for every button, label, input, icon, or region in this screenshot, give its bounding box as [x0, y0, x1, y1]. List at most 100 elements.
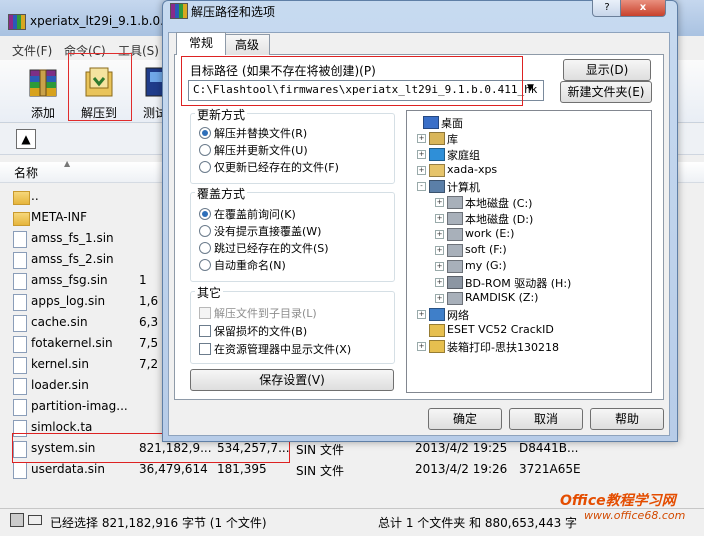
- tree-node[interactable]: + soft (F:): [407, 242, 647, 258]
- up-arrow-icon: ▲: [21, 132, 31, 146]
- tree-node[interactable]: + 装箱打印-思扶130218: [407, 338, 647, 354]
- expand-icon[interactable]: +: [417, 134, 426, 143]
- ok-button[interactable]: 确定: [428, 408, 502, 430]
- tree-node[interactable]: + xada-xps: [407, 162, 647, 178]
- update-mode-group: 更新方式 解压并替换文件(R) 解压并更新文件(U) 仅更新已经存在的文件(F): [190, 106, 395, 184]
- tree-node-label: 本地磁盘 (C:): [465, 197, 533, 210]
- tree-node[interactable]: + 本地磁盘 (C:): [407, 194, 647, 210]
- checkbox[interactable]: [199, 325, 211, 337]
- radio-button[interactable]: [199, 259, 211, 271]
- tree-node-label: work (E:): [465, 227, 515, 240]
- chevron-down-icon[interactable]: ▼: [527, 83, 534, 93]
- tree-node[interactable]: 桌面: [407, 114, 647, 130]
- option-label: 仅更新已经存在的文件(F): [214, 161, 339, 174]
- column-header-name[interactable]: 名称: [14, 164, 38, 181]
- tree-node-label: 计算机: [447, 181, 480, 194]
- expand-icon[interactable]: +: [435, 198, 444, 207]
- expand-icon[interactable]: +: [435, 230, 444, 239]
- option-label: 解压文件到子目录(L): [214, 307, 317, 320]
- overwrite-mode-title: 覆盖方式: [195, 185, 248, 202]
- expand-icon[interactable]: +: [435, 278, 444, 287]
- tree-node[interactable]: + 家庭组: [407, 146, 647, 162]
- drive-icon: [447, 228, 463, 241]
- drive-icon: [447, 196, 463, 209]
- tab-advanced[interactable]: 高级: [224, 34, 270, 55]
- titlebar-close-button[interactable]: x: [620, 0, 666, 17]
- file-name: partition-imag...: [31, 399, 128, 413]
- file-size: 7,2: [139, 357, 159, 371]
- expand-icon[interactable]: +: [435, 246, 444, 255]
- option-label: 解压并更新文件(U): [214, 144, 308, 157]
- expand-icon[interactable]: +: [435, 214, 444, 223]
- lock-icon: [10, 513, 24, 527]
- radio-button[interactable]: [199, 242, 211, 254]
- option-label: 在覆盖前询问(K): [214, 208, 296, 221]
- tree-node-label: soft (F:): [465, 243, 507, 256]
- expand-icon[interactable]: +: [417, 166, 426, 175]
- add-button[interactable]: 添加: [16, 62, 70, 120]
- help-button[interactable]: 帮助: [590, 408, 664, 430]
- folder-icon: [13, 212, 30, 226]
- tree-node[interactable]: + RAMDISK (Z:): [407, 290, 647, 306]
- option-label: 解压并替换文件(R): [214, 127, 308, 140]
- save-settings-button[interactable]: 保存设置(V): [190, 369, 394, 391]
- drive-icon: [447, 292, 463, 305]
- status-total: 总计 1 个文件夹 和 880,653,443 字: [378, 516, 578, 530]
- expand-icon[interactable]: +: [417, 310, 426, 319]
- winrar-app-icon: [8, 14, 26, 30]
- add-button-label: 添加: [30, 106, 55, 120]
- tree-node[interactable]: ESET VC52 CrackID: [407, 322, 647, 338]
- titlebar-help-button[interactable]: ?: [592, 0, 622, 17]
- option-label: 在资源管理器中显示文件(X): [214, 343, 352, 356]
- tree-node[interactable]: + my (G:): [407, 258, 647, 274]
- file-name: amss_fsg.sin: [31, 273, 108, 287]
- expand-icon[interactable]: +: [417, 150, 426, 159]
- misc-options-group: 其它 解压文件到子目录(L) 保留损坏的文件(B) 在资源管理器中显示文件(X): [190, 284, 395, 364]
- expand-icon[interactable]: +: [417, 342, 426, 351]
- tree-node[interactable]: + 库: [407, 130, 647, 146]
- tree-node-label: ESET VC52 CrackID: [447, 323, 554, 336]
- tree-node-label: BD-ROM 驱动器 (H:): [465, 277, 572, 290]
- tree-node[interactable]: + 网络: [407, 306, 647, 322]
- file-icon: [13, 357, 27, 374]
- tree-node-label: 网络: [447, 309, 469, 322]
- file-crc: D8441B...: [519, 441, 579, 455]
- radio-button[interactable]: [199, 208, 211, 220]
- status-selection: 已经选择 821,182,916 字节 (1 个文件): [50, 516, 267, 530]
- expand-icon[interactable]: +: [435, 294, 444, 303]
- radio-button[interactable]: [199, 161, 211, 173]
- show-button[interactable]: 显示(D): [563, 59, 651, 81]
- checkbox[interactable]: [199, 307, 211, 319]
- radio-button[interactable]: [199, 225, 211, 237]
- extract-to-highlight-box: [68, 53, 132, 121]
- file-name: simlock.ta: [31, 420, 93, 434]
- new-folder-button[interactable]: 新建文件夹(E): [560, 81, 652, 103]
- up-folder-button[interactable]: ▲: [16, 129, 36, 149]
- file-icon: [13, 462, 27, 479]
- file-icon: [13, 273, 27, 290]
- tree-node[interactable]: + 本地磁盘 (D:): [407, 210, 647, 226]
- overwrite-mode-group: 覆盖方式 在覆盖前询问(K) 没有提示直接覆盖(W) 跳过已经存在的文件(S) …: [190, 185, 395, 282]
- option-label: 跳过已经存在的文件(S): [214, 242, 329, 255]
- expand-icon[interactable]: +: [435, 262, 444, 271]
- file-size: 6,3: [139, 315, 159, 329]
- tree-node[interactable]: + work (E:): [407, 226, 647, 242]
- cancel-button[interactable]: 取消: [509, 408, 583, 430]
- key-icon: [28, 515, 42, 525]
- tree-node[interactable]: + BD-ROM 驱动器 (H:): [407, 274, 647, 290]
- radio-button[interactable]: [199, 144, 211, 156]
- collapse-icon[interactable]: -: [417, 182, 426, 191]
- tab-general[interactable]: 常规: [176, 32, 226, 55]
- file-size: 36,479,614: [139, 462, 208, 476]
- drive-icon: [447, 260, 463, 273]
- option-label: 保留损坏的文件(B): [214, 325, 308, 338]
- file-icon: [13, 378, 27, 395]
- file-name: kernel.sin: [31, 357, 89, 371]
- tree-node[interactable]: - 计算机: [407, 178, 647, 194]
- sort-ascending-icon: ▲: [64, 159, 71, 168]
- menu-file[interactable]: 文件(F): [12, 42, 52, 59]
- folder-tree[interactable]: 桌面 + 库 + 家庭组 + xada-xps - 计算机 + 本地磁盘 (C:) + 本地磁盘 (D:…: [406, 110, 652, 393]
- tree-node-label: 桌面: [441, 117, 463, 130]
- radio-button[interactable]: [199, 127, 211, 139]
- checkbox[interactable]: [199, 343, 211, 355]
